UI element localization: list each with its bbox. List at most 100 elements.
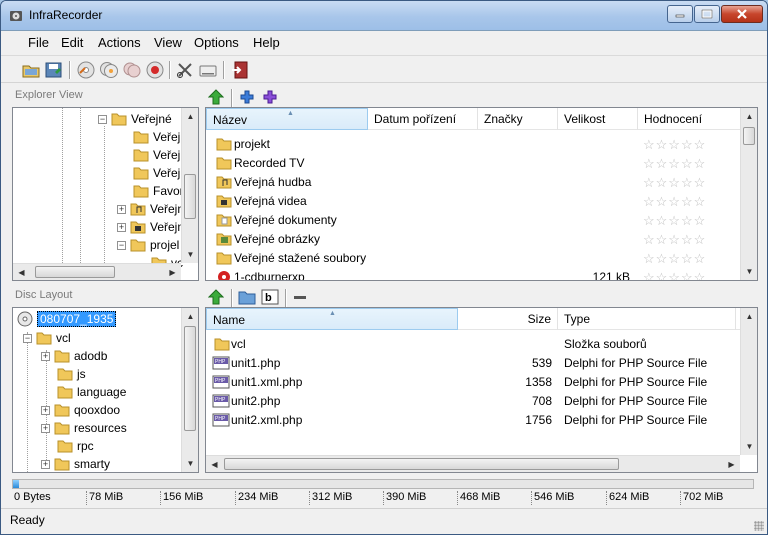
list-item[interactable]: PHP unit1.php 539 Delphi for PHP Source … — [206, 354, 740, 373]
list-item[interactable]: PHP unit2.xml.php 1756 Delphi for PHP So… — [206, 411, 740, 430]
rating-stars[interactable]: ☆☆☆☆☆ — [643, 251, 706, 267]
expand-icon[interactable]: + — [41, 405, 50, 415]
eject-icon[interactable] — [198, 60, 218, 80]
expand-icon[interactable]: + — [41, 459, 50, 469]
scroll-left-icon[interactable]: ◀ — [13, 264, 30, 280]
copy-image-icon[interactable] — [122, 60, 142, 80]
tools-icon[interactable] — [175, 60, 195, 80]
list-item[interactable]: PHP unit1.xml.php 1358 Delphi for PHP So… — [206, 373, 740, 392]
list-item[interactable]: Veřejná videa ☆☆☆☆☆ — [206, 192, 740, 211]
tree-item-verejne[interactable]: − Veřejné — [98, 110, 172, 128]
scroll-thumb[interactable] — [184, 174, 196, 219]
scroll-down-icon[interactable]: ▼ — [182, 246, 198, 263]
rating-stars[interactable]: ☆☆☆☆☆ — [643, 194, 706, 210]
tree-item[interactable]: Veřejn — [133, 164, 187, 182]
tree-item[interactable]: rpc — [57, 437, 94, 455]
scroll-up-icon[interactable]: ▲ — [741, 308, 757, 325]
list-item[interactable]: Veřejná hudba ☆☆☆☆☆ — [206, 173, 740, 192]
column-name-header[interactable]: ▲ Name — [206, 308, 458, 330]
resize-grip-icon[interactable] — [754, 521, 764, 531]
scroll-up-icon[interactable]: ▲ — [182, 308, 198, 325]
explorer-list-vscrollbar[interactable]: ▲ ▼ — [740, 108, 757, 280]
tree-item[interactable]: + Veřejn — [117, 218, 184, 236]
maximize-button[interactable] — [694, 5, 720, 23]
column-tags-header[interactable]: Značky — [478, 108, 558, 130]
column-size-header[interactable]: Velikost — [558, 108, 638, 130]
tree-item[interactable]: − projel — [117, 236, 179, 254]
rating-stars[interactable]: ☆☆☆☆☆ — [643, 213, 706, 229]
disc-label[interactable]: 080707_1935 — [37, 311, 117, 327]
remove-icon[interactable] — [293, 291, 307, 303]
expand-icon[interactable]: + — [41, 351, 50, 361]
scroll-thumb[interactable] — [743, 127, 755, 145]
tree-item[interactable]: Veřejn — [133, 146, 187, 164]
add-icon[interactable] — [240, 90, 254, 104]
new-folder-icon[interactable] — [238, 289, 256, 305]
list-item[interactable]: PHP unit2.php 708 Delphi for PHP Source … — [206, 392, 740, 411]
tree-item[interactable]: + Veřejn — [117, 200, 184, 218]
rating-stars[interactable]: ☆☆☆☆☆ — [643, 137, 706, 153]
save-project-icon[interactable] — [44, 60, 64, 80]
scroll-down-icon[interactable]: ▼ — [741, 438, 757, 455]
rename-icon[interactable]: b — [261, 289, 279, 305]
list-item[interactable]: vcl Složka souborů 20 — [206, 335, 740, 354]
list-item[interactable]: 1-cdburnerxp 121 kB ☆☆☆☆☆ — [206, 268, 740, 280]
rating-stars[interactable]: ☆☆☆☆☆ — [643, 270, 706, 280]
tree-item[interactable]: + smarty — [41, 455, 110, 472]
scroll-thumb[interactable] — [184, 326, 196, 431]
disc-root[interactable]: 080707_1935 — [17, 310, 117, 328]
collapse-icon[interactable]: − — [117, 240, 126, 250]
collapse-icon[interactable]: − — [98, 114, 107, 124]
up-arrow-icon[interactable] — [208, 289, 224, 305]
open-project-icon[interactable] — [21, 60, 41, 80]
collapse-icon[interactable]: − — [23, 333, 32, 343]
erase-disc-icon[interactable] — [145, 60, 165, 80]
column-type-header[interactable]: Type — [558, 308, 736, 330]
list-item[interactable]: Veřejné stažené soubory ☆☆☆☆☆ — [206, 249, 740, 268]
scroll-up-icon[interactable]: ▲ — [741, 108, 757, 125]
menu-file[interactable]: File — [28, 35, 49, 50]
scroll-thumb[interactable] — [224, 458, 619, 470]
scroll-down-icon[interactable]: ▼ — [741, 263, 757, 280]
scroll-left-icon[interactable]: ◀ — [206, 456, 223, 472]
scroll-right-icon[interactable]: ▶ — [164, 264, 181, 280]
scroll-down-icon[interactable]: ▼ — [182, 455, 198, 472]
title-bar[interactable]: InfraRecorder — [1, 1, 767, 31]
disc-list-vscrollbar[interactable]: ▲ ▼ — [740, 308, 757, 455]
tree-item[interactable]: + adodb — [41, 347, 107, 365]
disc-list-hscrollbar[interactable]: ◀ ▶ — [206, 455, 740, 472]
expand-icon[interactable]: + — [117, 204, 126, 214]
rating-stars[interactable]: ☆☆☆☆☆ — [643, 232, 706, 248]
exit-icon[interactable] — [230, 60, 250, 80]
menu-view[interactable]: View — [154, 35, 182, 50]
menu-help[interactable]: Help — [253, 35, 280, 50]
tree-item[interactable]: js — [57, 365, 86, 383]
list-item[interactable]: projekt ☆☆☆☆☆ — [206, 135, 740, 154]
column-name-header[interactable]: ▲ Název — [206, 108, 368, 130]
tree-item[interactable]: + qooxdoo — [41, 401, 120, 419]
menu-options[interactable]: Options — [194, 35, 239, 50]
scroll-right-icon[interactable]: ▶ — [723, 456, 740, 472]
expand-icon[interactable]: + — [117, 222, 126, 232]
list-item[interactable]: Veřejné obrázky ☆☆☆☆☆ — [206, 230, 740, 249]
tree-item[interactable]: Favor — [133, 182, 184, 200]
explorer-tree-vscrollbar[interactable]: ▲ ▼ — [181, 108, 198, 263]
scroll-up-icon[interactable]: ▲ — [182, 108, 198, 125]
rating-stars[interactable]: ☆☆☆☆☆ — [643, 156, 706, 172]
minimize-button[interactable] — [667, 5, 693, 23]
add-all-icon[interactable] — [262, 90, 278, 104]
list-item[interactable]: Veřejné dokumenty ☆☆☆☆☆ — [206, 211, 740, 230]
tree-item[interactable]: Veřejn — [133, 128, 187, 146]
copy-disc-icon[interactable] — [99, 60, 119, 80]
list-item[interactable]: Recorded TV ☆☆☆☆☆ — [206, 154, 740, 173]
tree-item[interactable]: language — [57, 383, 126, 401]
disc-tree-vscrollbar[interactable]: ▲ ▼ — [181, 308, 198, 472]
tree-item[interactable]: + resources — [41, 419, 127, 437]
column-date-header[interactable]: Datum pořízení — [368, 108, 478, 130]
column-size-header[interactable]: Size — [458, 308, 558, 330]
burn-image-icon[interactable] — [76, 60, 96, 80]
scroll-thumb[interactable] — [35, 266, 115, 278]
up-arrow-icon[interactable] — [208, 89, 224, 105]
column-rating-header[interactable]: Hodnocení — [638, 108, 738, 130]
menu-edit[interactable]: Edit — [61, 35, 83, 50]
